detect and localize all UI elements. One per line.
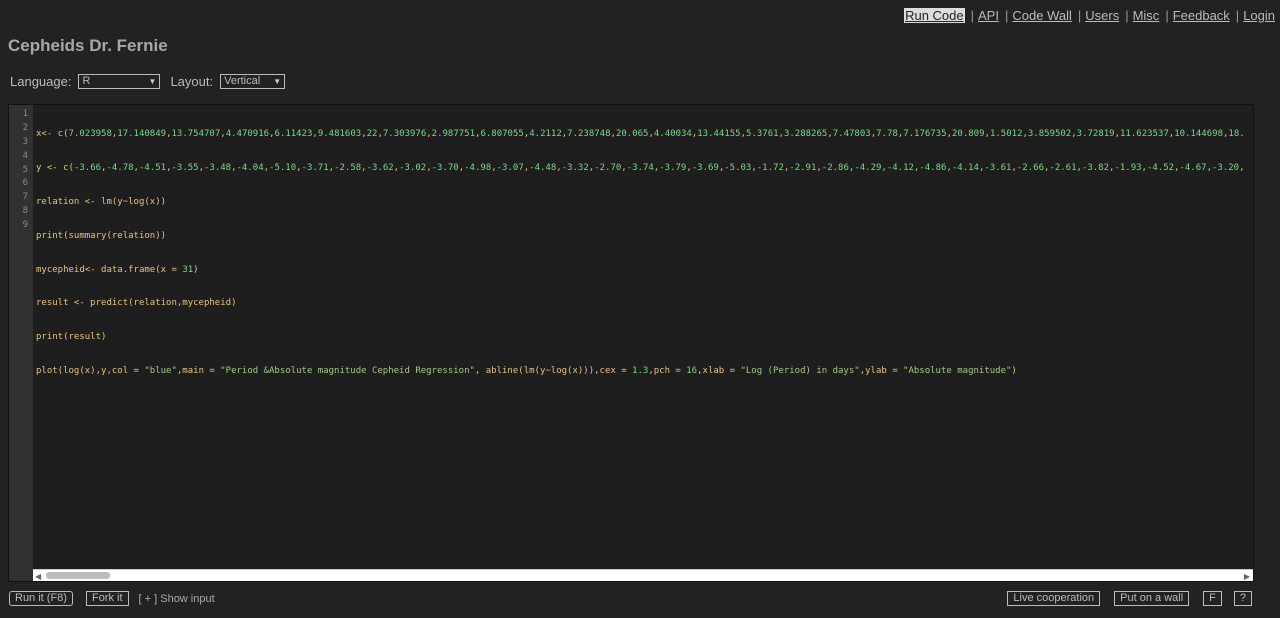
code-line: print(summary(relation)) [36,230,167,241]
line-number-gutter: 1 2 3 4 5 6 7 8 9 [9,105,33,581]
fork-button[interactable]: Fork it [85,591,129,606]
run-button[interactable]: Run it (F8) [9,591,73,606]
code-line: plot(log(x),y,col = "blue",main = "Perio… [36,366,1017,377]
nav-separator: | [970,7,975,23]
nav-api[interactable]: API [978,8,999,23]
code-editor[interactable]: 1 2 3 4 5 6 7 8 9 x<- c(7.023958,17.1408… [8,104,1254,582]
code-area[interactable]: x<- c(7.023958,17.140849,13.754707,4.470… [36,108,1253,433]
language-select[interactable]: R ▼ [78,73,161,89]
layout-label: Layout: [170,73,214,89]
line-number: 6 [22,178,28,189]
line-number: 3 [22,136,28,147]
scroll-left-icon[interactable]: ◀ [35,572,41,581]
bottom-left-actions: Run it (F8) Fork it [ + ] Show input [9,591,215,606]
nav-feedback[interactable]: Feedback [1173,8,1230,23]
nav-misc[interactable]: Misc [1133,8,1160,23]
put-on-wall-button[interactable]: Put on a wall [1114,591,1190,606]
top-navigation: Run Code | API | Code Wall | Users | Mis… [904,7,1275,23]
nav-separator: | [1077,7,1082,23]
page-title: Cepheids Dr. Fernie [8,36,168,55]
scrollbar-thumb[interactable] [46,572,110,579]
line-number: 9 [22,220,28,231]
nav-code-wall[interactable]: Code Wall [1012,8,1071,23]
code-line: print(result) [36,332,107,343]
nav-login[interactable]: Login [1243,8,1275,23]
options-bar: Language: R ▼ Layout: Vertical ▼ [10,73,286,89]
help-button[interactable]: ? [1233,591,1252,606]
live-cooperation-button[interactable]: Live cooperation [1007,591,1101,606]
nav-separator: | [1235,7,1240,23]
nav-run-code[interactable]: Run Code [904,7,965,23]
nav-separator: | [1125,7,1129,23]
language-label: Language: [10,73,72,89]
line-number: 8 [22,206,28,217]
line-number: 4 [22,150,28,161]
code-line: result <- predict(relation,mycepheid) [36,298,237,309]
layout-select[interactable]: Vertical ▼ [220,73,286,89]
code-line: x<- c(7.023958,17.140849,13.754707,4.470… [36,129,1245,139]
layout-value: Vertical [224,75,261,87]
chevron-down-icon: ▼ [148,76,157,86]
line-number: 7 [22,192,28,203]
f-button[interactable]: F [1203,591,1222,606]
nav-users[interactable]: Users [1085,8,1119,23]
line-number: 5 [22,164,28,175]
scroll-right-icon[interactable]: ▶ [1244,572,1250,581]
nav-separator: | [1004,7,1009,23]
line-number: 1 [22,109,28,119]
bottom-right-actions: Live cooperation Put on a wall F ? [993,591,1252,606]
code-line: relation <- lm(y~log(x)) [36,196,167,207]
horizontal-scrollbar[interactable]: ◀ ▶ [33,569,1253,581]
code-line: mycepheid<- data.frame(x = 31) [36,264,199,275]
line-number: 2 [22,122,28,133]
language-value: R [82,75,91,87]
code-line: y <- c(-3.66,-4.78,-4.51,-3.55,-3.48,-4.… [36,162,1245,173]
show-input-toggle[interactable]: [ + ] Show input [139,593,215,605]
nav-separator: | [1165,7,1169,23]
chevron-down-icon: ▼ [273,76,282,86]
